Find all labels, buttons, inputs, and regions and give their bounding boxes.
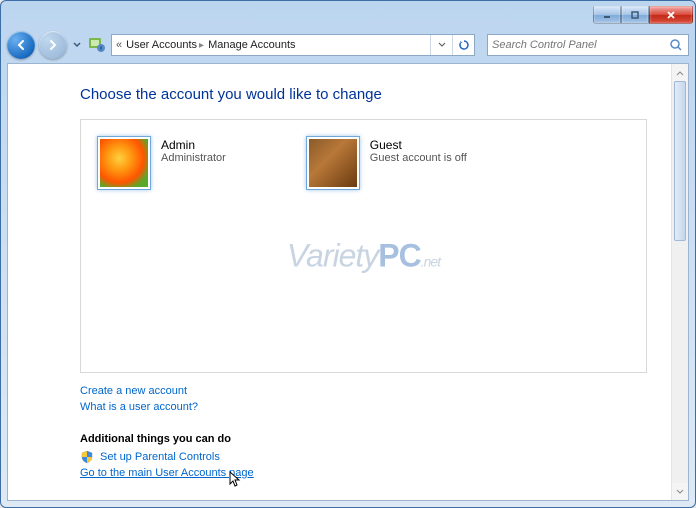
action-links: Create a new account What is a user acco… xyxy=(80,383,647,415)
forward-button[interactable] xyxy=(39,31,67,59)
breadcrumb-dropdown[interactable] xyxy=(430,35,452,55)
chevron-right-icon[interactable]: ▸ xyxy=(197,40,208,51)
account-status: Guest account is off xyxy=(370,152,467,164)
account-item-admin[interactable]: Admin Administrator xyxy=(97,136,226,356)
account-item-guest[interactable]: Guest Guest account is off xyxy=(306,136,467,356)
account-type: Administrator xyxy=(161,152,226,164)
main-accounts-link[interactable]: Go to the main User Accounts page xyxy=(80,465,647,481)
account-name: Admin xyxy=(161,138,226,152)
minimize-button[interactable] xyxy=(593,6,621,24)
scroll-track[interactable] xyxy=(672,81,688,483)
accounts-list: Admin Administrator Guest Guest account … xyxy=(80,119,647,373)
shield-icon xyxy=(80,450,94,464)
parental-controls-link[interactable]: Set up Parental Controls xyxy=(100,449,220,465)
content-area: Choose the account you would like to cha… xyxy=(7,63,689,501)
breadcrumb-item[interactable]: Manage Accounts xyxy=(208,39,295,51)
avatar xyxy=(306,136,360,190)
refresh-button[interactable] xyxy=(452,35,474,55)
back-button[interactable] xyxy=(7,31,35,59)
scroll-up-button[interactable] xyxy=(672,64,688,81)
scroll-down-button[interactable] xyxy=(672,483,688,500)
title-bar xyxy=(1,1,695,29)
search-box[interactable] xyxy=(487,34,689,56)
search-input[interactable] xyxy=(492,39,668,51)
breadcrumb[interactable]: « User Accounts ▸ Manage Accounts xyxy=(111,34,475,56)
content: Choose the account you would like to cha… xyxy=(8,64,671,500)
search-icon[interactable] xyxy=(668,37,684,53)
scroll-thumb[interactable] xyxy=(674,81,686,241)
page-title: Choose the account you would like to cha… xyxy=(80,86,647,103)
nav-history-dropdown[interactable] xyxy=(71,32,83,58)
create-account-link[interactable]: Create a new account xyxy=(80,383,647,399)
control-panel-window: « User Accounts ▸ Manage Accounts Choose xyxy=(0,0,696,508)
additional-heading: Additional things you can do xyxy=(80,433,647,445)
nav-bar: « User Accounts ▸ Manage Accounts xyxy=(1,29,695,61)
close-button[interactable] xyxy=(649,6,693,24)
avatar xyxy=(97,136,151,190)
what-is-account-link[interactable]: What is a user account? xyxy=(80,399,647,415)
breadcrumb-item[interactable]: User Accounts xyxy=(126,39,197,51)
maximize-button[interactable] xyxy=(621,6,649,24)
scrollbar[interactable] xyxy=(671,64,688,500)
breadcrumb-root-icon[interactable]: « xyxy=(112,39,126,51)
account-name: Guest xyxy=(370,138,467,152)
control-panel-icon xyxy=(87,35,107,55)
